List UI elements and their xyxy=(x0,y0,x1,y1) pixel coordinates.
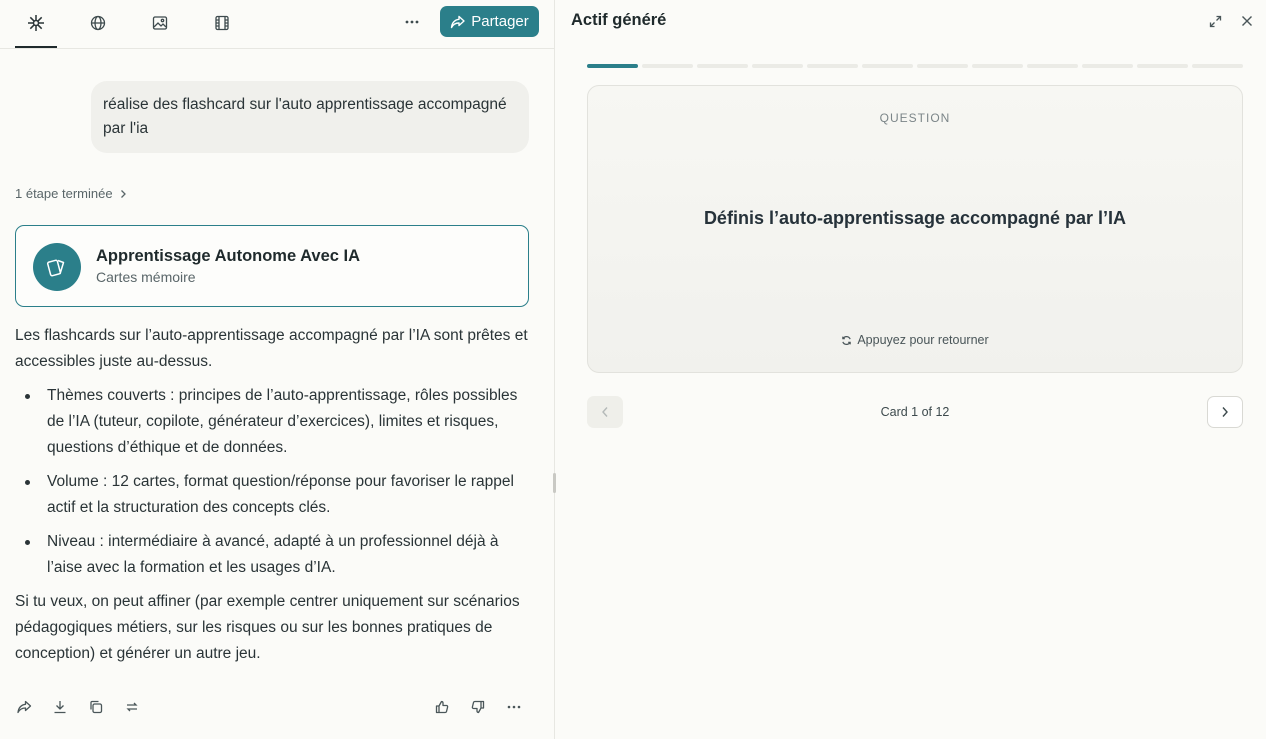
flip-hint-text: Appuyez pour retourner xyxy=(857,333,989,347)
regenerate-icon[interactable] xyxy=(120,697,144,717)
answer-bullet: Volume : 12 cartes, format question/répo… xyxy=(15,469,530,521)
steps-toggle[interactable]: 1 étape terminée xyxy=(15,186,127,201)
steps-label: 1 étape terminée xyxy=(15,186,113,201)
download-icon[interactable] xyxy=(48,697,72,717)
progress-segment xyxy=(807,64,858,68)
progress-segment xyxy=(642,64,693,68)
card-question: Définis l’auto-apprentissage accompagné … xyxy=(703,208,1127,228)
globe-icon[interactable] xyxy=(84,11,112,35)
progress-segment xyxy=(697,64,748,68)
user-message: réalise des flashcard sur l'auto apprent… xyxy=(91,81,529,153)
progress-segment xyxy=(1027,64,1078,68)
chevron-right-icon xyxy=(1222,407,1228,417)
asset-title: Apprentissage Autonome Avec IA xyxy=(96,247,361,265)
generated-asset-card[interactable]: Apprentissage Autonome Avec IA Cartes mé… xyxy=(15,225,529,307)
message-actions xyxy=(12,697,144,717)
share-icon[interactable] xyxy=(12,697,36,717)
progress-segment xyxy=(587,64,638,68)
card-counter: Card 1 of 12 xyxy=(880,405,950,419)
chat-panel: Partager réalise des flashcard sur l'aut… xyxy=(0,0,555,739)
share-arrow-icon xyxy=(450,15,465,29)
next-card-button[interactable] xyxy=(1207,396,1243,428)
progress-segment xyxy=(752,64,803,68)
image-icon[interactable] xyxy=(146,11,174,35)
card-side-label: QUESTION xyxy=(879,111,951,125)
flashcard[interactable]: QUESTION Définis l’auto-apprentissage ac… xyxy=(587,85,1243,373)
copy-icon[interactable] xyxy=(84,697,108,717)
asset-panel: Actif généré QUESTION Définis l’auto-app… xyxy=(556,0,1266,739)
cards-icon xyxy=(33,243,81,291)
thumbs-up-icon[interactable] xyxy=(430,697,454,717)
close-icon[interactable] xyxy=(1238,12,1256,30)
chat-toolbar: Partager xyxy=(0,0,555,49)
chevron-right-icon xyxy=(119,189,127,199)
card-progress xyxy=(587,64,1243,68)
more-options-icon[interactable] xyxy=(399,11,425,33)
progress-segment xyxy=(917,64,968,68)
progress-segment xyxy=(1192,64,1243,68)
feedback-actions xyxy=(430,697,526,717)
answer-bullet: Niveau : intermédiaire à avancé, adapté … xyxy=(15,529,530,581)
active-tab-indicator xyxy=(15,46,57,48)
sparkle-tab-icon[interactable] xyxy=(22,11,50,35)
answer-intro: Les flashcards sur l’auto-apprentissage … xyxy=(15,327,528,370)
answer-bullets: Thèmes couverts : principes de l’auto-ap… xyxy=(15,383,530,581)
film-icon[interactable] xyxy=(208,11,236,35)
flip-hint: Appuyez pour retourner xyxy=(588,333,1242,347)
progress-segment xyxy=(972,64,1023,68)
answer-outro: Si tu veux, on peut affiner (par exemple… xyxy=(15,593,520,662)
answer-bullet: Thèmes couverts : principes de l’auto-ap… xyxy=(15,383,530,461)
panel-title: Actif généré xyxy=(571,11,667,29)
asset-subtitle: Cartes mémoire xyxy=(96,269,196,285)
flip-icon xyxy=(841,335,852,346)
share-button[interactable]: Partager xyxy=(440,6,539,37)
share-label: Partager xyxy=(471,13,529,30)
progress-segment xyxy=(862,64,913,68)
more-icon[interactable] xyxy=(502,697,526,717)
assistant-answer: Les flashcards sur l’auto-apprentissage … xyxy=(15,323,530,675)
expand-icon[interactable] xyxy=(1206,12,1224,30)
progress-segment xyxy=(1137,64,1188,68)
progress-segment xyxy=(1082,64,1133,68)
thumbs-down-icon[interactable] xyxy=(466,697,490,717)
